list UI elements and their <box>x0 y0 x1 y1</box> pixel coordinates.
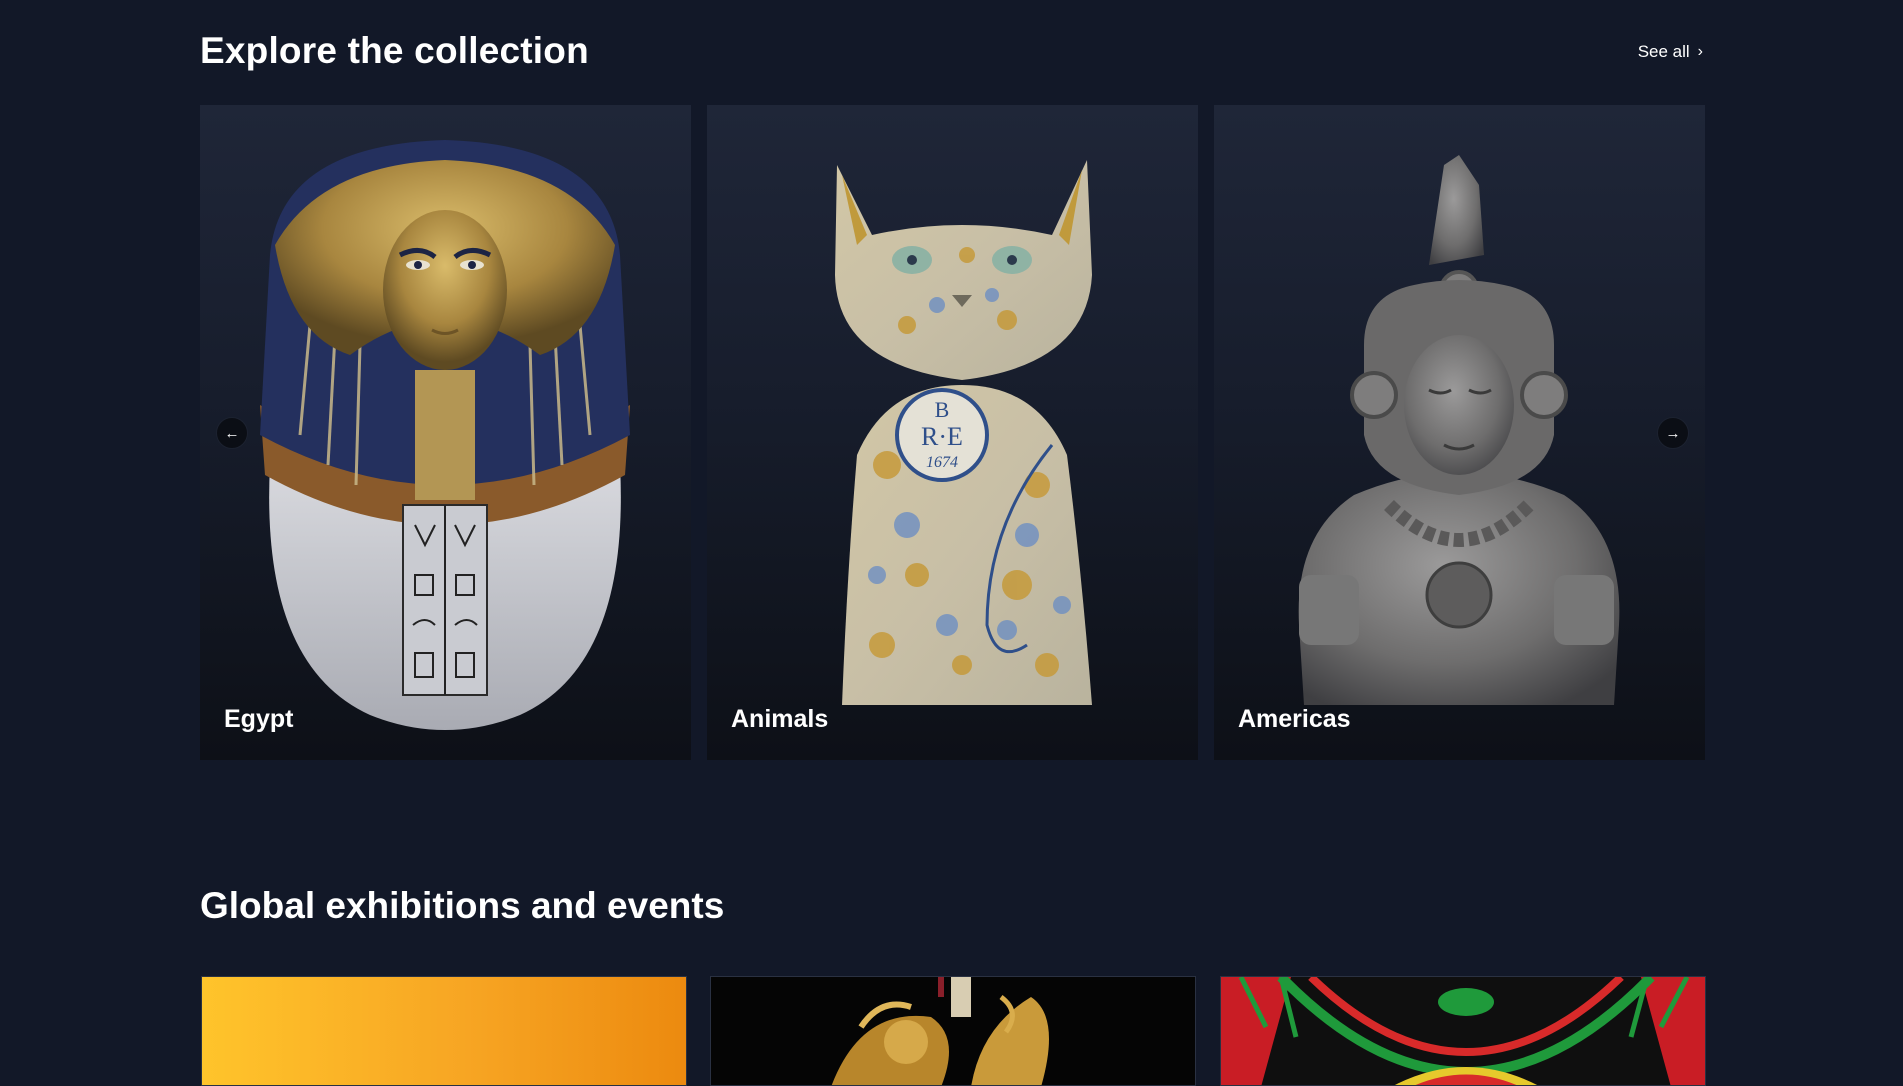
ceramic-cat-image: B R·E 1674 <box>835 160 1092 705</box>
chevron-right-icon: › <box>1697 43 1703 60</box>
exhibition-card-2[interactable] <box>710 976 1196 1086</box>
card-label: Animals <box>731 705 829 733</box>
svg-text:R·E: R·E <box>921 422 963 451</box>
collection-title: Explore the collection <box>200 30 589 71</box>
svg-text:B: B <box>935 397 950 422</box>
see-all-link[interactable]: See all › <box>1638 42 1703 62</box>
svg-text:1674: 1674 <box>926 454 958 471</box>
collection-card-egypt[interactable]: Egypt <box>200 105 691 760</box>
collection-header: Explore the collection See all › <box>200 30 1705 76</box>
stone-sculpture-image <box>1298 155 1620 705</box>
card-label: Egypt <box>224 705 294 733</box>
carousel-prev-button[interactable]: ← <box>216 417 248 449</box>
psychedelic-poster-image <box>1221 977 1705 1085</box>
exhibition-card-1[interactable] <box>201 976 687 1086</box>
arrow-left-icon: ← <box>224 424 240 442</box>
golden-figure-image <box>711 977 1195 1085</box>
see-all-label: See all <box>1637 42 1690 61</box>
collection-card-animals[interactable]: B R·E 1674 Animals <box>707 105 1198 760</box>
arrow-right-icon: → <box>1665 424 1681 442</box>
collection-carousel: Egypt B R·E 1674 Animals Americas ← → <box>200 105 1705 760</box>
exhibition-card-3[interactable] <box>1220 976 1706 1086</box>
card-label: Americas <box>1238 705 1351 733</box>
collection-card-americas[interactable]: Americas <box>1214 105 1705 760</box>
carousel-next-button[interactable]: → <box>1657 417 1689 449</box>
egyptian-mask-image <box>260 140 630 730</box>
exhibitions-title: Global exhibitions and events <box>200 885 725 926</box>
